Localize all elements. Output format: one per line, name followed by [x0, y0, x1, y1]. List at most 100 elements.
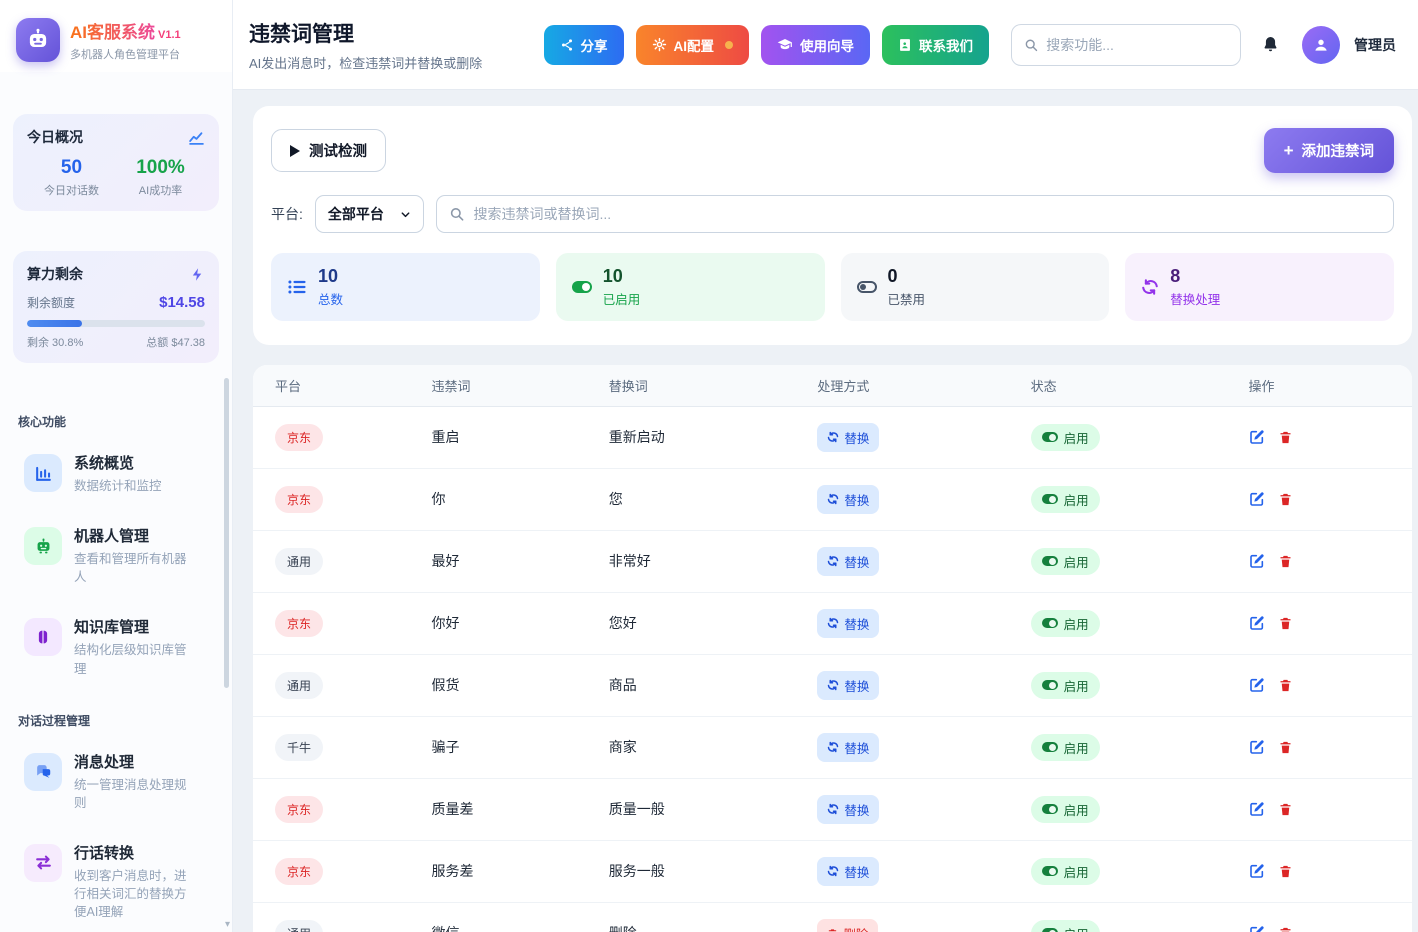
ai-config-button[interactable]: AI配置 — [636, 25, 750, 65]
sidebar-item-desc: 统一管理消息处理规则 — [74, 776, 192, 812]
delete-button[interactable] — [1278, 678, 1293, 693]
platform-badge: 京东 — [275, 796, 323, 823]
quota-label: 剩余额度 — [27, 294, 75, 311]
bell-icon[interactable] — [1261, 35, 1280, 54]
forbidden-table-body: 京东 重启 重新启动 替换 启用 — [253, 406, 1412, 932]
graduation-cap-icon — [777, 37, 793, 53]
quota-progress-track — [27, 320, 205, 327]
action-pill: 替换 — [817, 671, 879, 700]
action-pill: 替换 — [817, 423, 879, 452]
compute-title: 算力剩余 — [27, 264, 83, 284]
today-conversations-value: 50 — [27, 157, 116, 179]
refresh-icon — [827, 555, 839, 567]
test-detection-button[interactable]: 测试检测 — [271, 129, 386, 172]
global-search-input[interactable] — [1046, 37, 1228, 53]
control-panel: 测试检测 + 添加违禁词 平台: 全部平台 — [253, 106, 1412, 345]
forbidden-word: 重启 — [431, 429, 459, 445]
add-forbidden-word-button[interactable]: + 添加违禁词 — [1264, 128, 1394, 173]
plus-icon: + — [1284, 142, 1294, 159]
stat-card-enabled: 10 已启用 — [556, 253, 825, 321]
brand: AI客服系统V1.1 多机器人角色管理平台 — [0, 0, 232, 72]
forbidden-words-table-panel: 平台 违禁词 替换词 处理方式 状态 操作 京东 重启 重新启动 — [253, 365, 1412, 932]
status-badge: 启用 — [1031, 486, 1100, 513]
share-button[interactable]: 分享 — [544, 25, 624, 65]
edit-button[interactable] — [1249, 615, 1265, 631]
ai-success-rate-label: AI成功率 — [116, 182, 205, 198]
chat-bubbles-icon — [24, 753, 62, 791]
replacement-word: 您 — [609, 491, 623, 507]
usage-guide-button[interactable]: 使用向导 — [761, 25, 870, 65]
forbidden-word: 假货 — [431, 677, 459, 693]
edit-button[interactable] — [1249, 677, 1265, 693]
edit-button[interactable] — [1249, 925, 1265, 932]
table-row: 通用 微信 删除 删除 启用 — [253, 902, 1412, 932]
replacement-word: 质量一般 — [609, 801, 665, 817]
status-badge: 启用 — [1031, 672, 1100, 699]
sidebar-item-system-overview[interactable]: 系统概览 数据统计和监控 — [12, 444, 220, 503]
sidebar-item-message-processing[interactable]: 消息处理 统一管理消息处理规则 — [12, 743, 220, 820]
app-version: V1.1 — [158, 29, 181, 41]
status-badge: 启用 — [1031, 734, 1100, 761]
edit-button[interactable] — [1249, 739, 1265, 755]
sidebar-item-desc: 结构化层级知识库管理 — [74, 641, 192, 677]
delete-button[interactable] — [1278, 616, 1293, 631]
refresh-icon — [827, 617, 839, 629]
global-search — [1011, 24, 1241, 66]
list-icon — [287, 277, 307, 297]
platform-badge: 京东 — [275, 610, 323, 637]
delete-button[interactable] — [1278, 740, 1293, 755]
platform-select[interactable]: 全部平台 — [315, 195, 424, 233]
today-overview-card: 今日概况 50 今日对话数 100% AI成功率 — [13, 114, 219, 211]
table-row: 千牛 骗子 商家 替换 启用 — [253, 716, 1412, 778]
avatar[interactable] — [1302, 26, 1340, 64]
sidebar-scroll-down-icon[interactable]: ▾ — [225, 919, 230, 930]
forbidden-word: 你好 — [431, 615, 459, 631]
contact-us-button[interactable]: 联系我们 — [882, 25, 989, 65]
action-pill: 替换 — [817, 547, 879, 576]
sidebar-item-desc: 查看和管理所有机器人 — [74, 550, 192, 586]
table-row: 京东 质量差 质量一般 替换 启用 — [253, 778, 1412, 840]
delete-button[interactable] — [1278, 802, 1293, 817]
col-replacement: 替换词 — [609, 365, 818, 407]
section-dialog-process: 对话过程管理 — [18, 712, 214, 729]
replacement-word: 服务一般 — [609, 863, 665, 879]
edit-button[interactable] — [1249, 553, 1265, 569]
robot-icon — [24, 527, 62, 565]
refresh-icon — [827, 493, 839, 505]
col-platform: 平台 — [253, 365, 431, 407]
forbidden-word: 质量差 — [431, 801, 473, 817]
stat-card-replace: 8 替换处理 — [1125, 253, 1394, 321]
stat-replace-value: 8 — [1170, 266, 1220, 287]
edit-button[interactable] — [1249, 491, 1265, 507]
toggle-on-icon — [1042, 928, 1058, 932]
edit-button[interactable] — [1249, 429, 1265, 445]
user-icon — [1312, 36, 1330, 54]
delete-button[interactable] — [1278, 926, 1293, 932]
trash-icon — [827, 928, 838, 932]
refresh-icon — [827, 431, 839, 443]
username: 管理员 — [1354, 35, 1396, 55]
stat-enabled-value: 10 — [603, 266, 641, 287]
delete-button[interactable] — [1278, 554, 1293, 569]
delete-button[interactable] — [1278, 492, 1293, 507]
delete-button[interactable] — [1278, 430, 1293, 445]
sidebar-item-robot-management[interactable]: 机器人管理 查看和管理所有机器人 — [12, 517, 220, 594]
action-pill: 替换 — [817, 485, 879, 514]
sidebar-item-knowledge-base[interactable]: 知识库管理 结构化层级知识库管理 — [12, 608, 220, 685]
edit-button[interactable] — [1249, 863, 1265, 879]
today-conversations-label: 今日对话数 — [27, 182, 116, 198]
stat-card-total: 10 总数 — [271, 253, 540, 321]
search-icon — [449, 206, 465, 222]
section-core-features: 核心功能 — [18, 413, 214, 430]
delete-button[interactable] — [1278, 864, 1293, 879]
stat-total-value: 10 — [318, 266, 343, 287]
word-search-input[interactable] — [473, 206, 1381, 222]
sidebar-item-jargon-conversion[interactable]: 行话转换 收到客户消息时，进行相关词汇的替换方便AI理解 — [12, 834, 220, 929]
sidebar-item-desc: 收到客户消息时，进行相关词汇的替换方便AI理解 — [74, 867, 192, 921]
toggle-on-icon — [572, 281, 592, 293]
action-pill: 替换 — [817, 733, 879, 762]
table-row: 京东 你好 您好 替换 启用 — [253, 592, 1412, 654]
sidebar-scrollbar[interactable] — [224, 378, 229, 688]
edit-button[interactable] — [1249, 801, 1265, 817]
play-icon — [290, 145, 300, 157]
